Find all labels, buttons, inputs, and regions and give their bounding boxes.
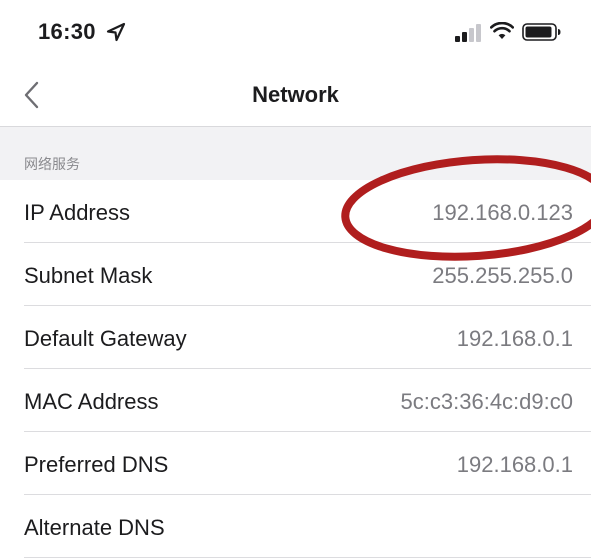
location-arrow-icon bbox=[106, 22, 126, 42]
network-info-list: IP Address 192.168.0.123 Subnet Mask 255… bbox=[0, 180, 591, 558]
row-label: Alternate DNS bbox=[24, 515, 165, 540]
row-alternate-dns: Alternate DNS bbox=[0, 495, 591, 558]
status-time: 16:30 bbox=[38, 19, 96, 44]
row-preferred-dns: Preferred DNS 192.168.0.1 bbox=[0, 432, 591, 495]
row-label: MAC Address bbox=[24, 389, 159, 414]
page-title: Network bbox=[252, 82, 339, 107]
row-value: 192.168.0.1 bbox=[456, 452, 573, 477]
row-label: Subnet Mask bbox=[24, 263, 153, 288]
row-value: 192.168.0.123 bbox=[432, 200, 573, 225]
status-bar: 16:30 bbox=[0, 0, 591, 64]
section-header: 网络服务 bbox=[0, 127, 591, 180]
battery-icon bbox=[522, 23, 561, 41]
row-label: IP Address bbox=[24, 200, 130, 225]
row-value: 255.255.255.0 bbox=[432, 263, 573, 288]
row-label: Preferred DNS bbox=[24, 452, 169, 477]
cellular-signal-icon bbox=[455, 24, 481, 42]
wifi-icon bbox=[490, 22, 514, 39]
network-screen: 16:30 Network 网络服务 IP Address 192.168.0.… bbox=[0, 0, 591, 560]
navigation-bar: Network bbox=[0, 64, 591, 127]
row-ip-address: IP Address 192.168.0.123 bbox=[0, 180, 591, 243]
row-label: Default Gateway bbox=[24, 326, 187, 351]
row-subnet-mask: Subnet Mask 255.255.255.0 bbox=[0, 243, 591, 306]
row-mac-address: MAC Address 5c:c3:36:4c:d9:c0 bbox=[0, 369, 591, 432]
row-value: 192.168.0.1 bbox=[456, 326, 573, 351]
row-default-gateway: Default Gateway 192.168.0.1 bbox=[0, 306, 591, 369]
row-value: 5c:c3:36:4c:d9:c0 bbox=[400, 389, 573, 414]
section-label: 网络服务 bbox=[24, 157, 80, 173]
